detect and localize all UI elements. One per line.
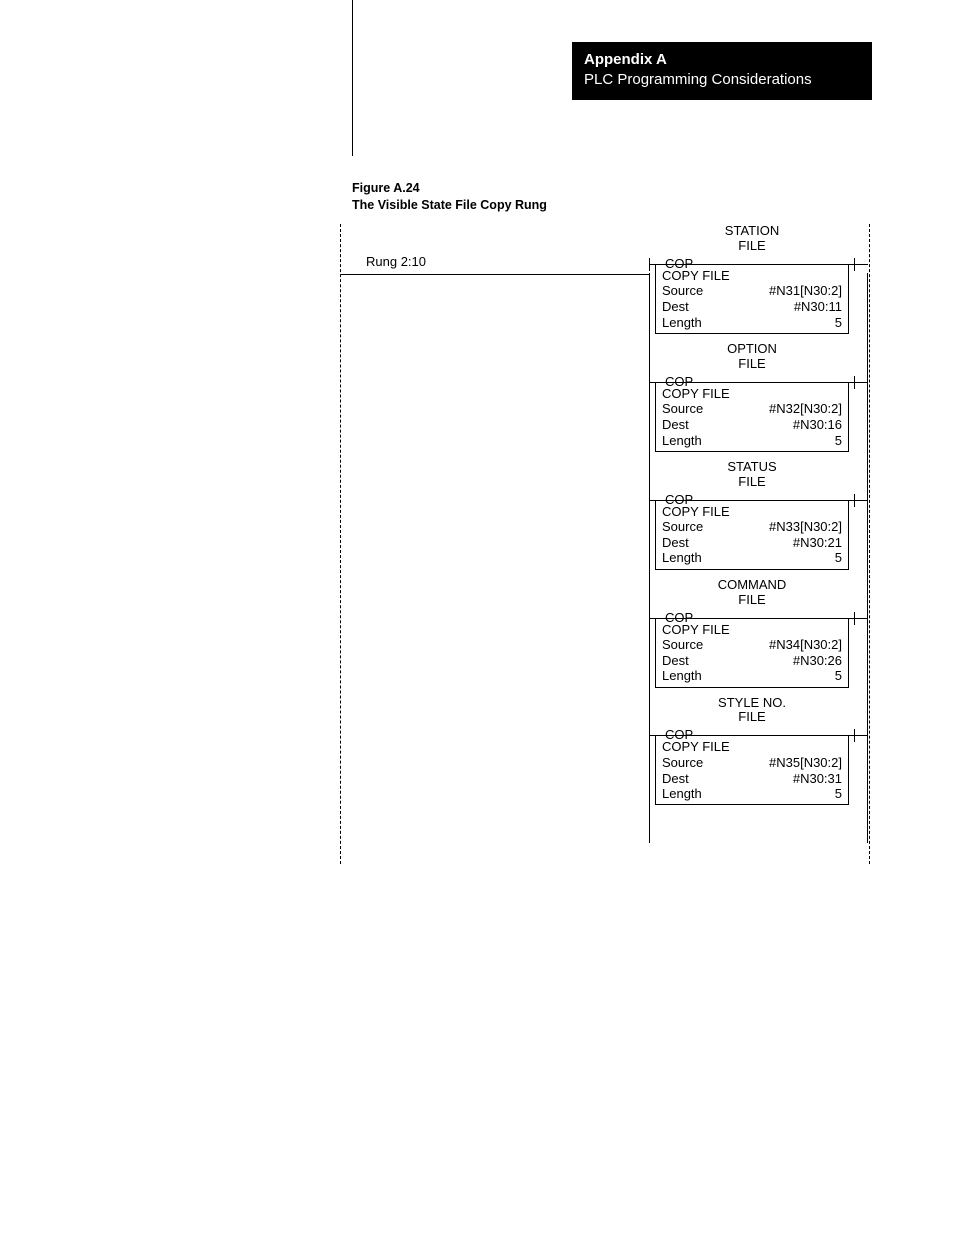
instruction-box: COPY FILE Source#N35[N30:2] Dest#N30:31 …	[655, 735, 849, 805]
length-label: Length	[662, 786, 702, 802]
block-header: STATUS FILE	[649, 460, 855, 490]
figure-caption: Figure A.24 The Visible State File Copy …	[352, 180, 547, 214]
source-value: #N31[N30:2]	[769, 283, 842, 299]
source-label: Source	[662, 637, 703, 653]
length-value: 5	[835, 433, 842, 449]
block-header-line2: FILE	[738, 709, 765, 724]
copy-file-title: COPY FILE	[662, 386, 842, 402]
figure-title-text: The Visible State File Copy Rung	[352, 197, 547, 214]
instruction-box-wrap: COP COPY FILE Source#N31[N30:2] Dest#N30…	[649, 256, 855, 334]
dest-label: Dest	[662, 771, 689, 787]
length-label: Length	[662, 550, 702, 566]
length-label: Length	[662, 315, 702, 331]
block-header-line2: FILE	[738, 356, 765, 371]
source-label: Source	[662, 755, 703, 771]
length-value: 5	[835, 550, 842, 566]
block-header-line1: STYLE NO.	[718, 695, 786, 710]
block-header: STYLE NO. FILE	[649, 696, 855, 726]
block-header-line2: FILE	[738, 592, 765, 607]
dest-value: #N30:11	[794, 299, 842, 315]
instruction-box-wrap: COP COPY FILE Source#N33[N30:2] Dest#N30…	[649, 492, 855, 570]
copy-file-title: COPY FILE	[662, 504, 842, 520]
length-label: Length	[662, 433, 702, 449]
cop-block: COMMAND FILE COP COPY FILE Source#N34[N3…	[649, 578, 855, 688]
copy-file-title: COPY FILE	[662, 268, 842, 284]
block-header: OPTION FILE	[649, 342, 855, 372]
block-header: STATION FILE	[649, 224, 855, 254]
block-header-line2: FILE	[738, 474, 765, 489]
output-connector	[855, 618, 868, 619]
instruction-column: STATION FILE COP COPY FILE Source#N31[N3…	[649, 224, 855, 813]
block-header-line1: OPTION	[727, 341, 777, 356]
ladder-rail-left	[340, 224, 341, 864]
dest-label: Dest	[662, 417, 689, 433]
block-header-line1: STATION	[725, 223, 779, 238]
cop-block: STATUS FILE COP COPY FILE Source#N33[N30…	[649, 460, 855, 570]
block-header: COMMAND FILE	[649, 578, 855, 608]
instruction-box: COPY FILE Source#N33[N30:2] Dest#N30:21 …	[655, 500, 849, 570]
copy-file-title: COPY FILE	[662, 622, 842, 638]
dest-label: Dest	[662, 535, 689, 551]
cop-block: OPTION FILE COP COPY FILE Source#N32[N30…	[649, 342, 855, 452]
source-value: #N32[N30:2]	[769, 401, 842, 417]
length-value: 5	[835, 786, 842, 802]
source-value: #N33[N30:2]	[769, 519, 842, 535]
cop-block: STATION FILE COP COPY FILE Source#N31[N3…	[649, 224, 855, 334]
output-connector	[855, 382, 868, 383]
dest-label: Dest	[662, 299, 689, 315]
instruction-box-wrap: COP COPY FILE Source#N32[N30:2] Dest#N30…	[649, 374, 855, 452]
dest-value: #N30:21	[793, 535, 842, 551]
dest-value: #N30:16	[793, 417, 842, 433]
instruction-box-wrap: COP COPY FILE Source#N34[N30:2] Dest#N30…	[649, 610, 855, 688]
source-label: Source	[662, 519, 703, 535]
output-connector	[855, 500, 868, 501]
source-label: Source	[662, 283, 703, 299]
rung-label: Rung 2:10	[366, 254, 426, 269]
source-value: #N35[N30:2]	[769, 755, 842, 771]
branch-line-right	[867, 273, 868, 843]
cop-block: STYLE NO. FILE COP COPY FILE Source#N35[…	[649, 696, 855, 806]
header-vertical-rule	[352, 0, 353, 156]
block-header-line1: STATUS	[727, 459, 776, 474]
length-value: 5	[835, 315, 842, 331]
appendix-label: Appendix A	[584, 50, 860, 70]
copy-file-title: COPY FILE	[662, 739, 842, 755]
ladder-rail-right	[869, 224, 870, 864]
length-value: 5	[835, 668, 842, 684]
output-connector	[855, 264, 868, 265]
figure-number: Figure A.24	[352, 180, 547, 197]
instruction-box: COPY FILE Source#N32[N30:2] Dest#N30:16 …	[655, 382, 849, 452]
dest-value: #N30:26	[793, 653, 842, 669]
page-header-box: Appendix A PLC Programming Consideration…	[572, 42, 872, 100]
appendix-title: PLC Programming Considerations	[584, 70, 860, 90]
output-connector	[855, 735, 868, 736]
block-header-line1: COMMAND	[718, 577, 787, 592]
dest-value: #N30:31	[793, 771, 842, 787]
source-label: Source	[662, 401, 703, 417]
source-value: #N34[N30:2]	[769, 637, 842, 653]
block-header-line2: FILE	[738, 238, 765, 253]
instruction-box-wrap: COP COPY FILE Source#N35[N30:2] Dest#N30…	[649, 727, 855, 805]
ladder-rung-tick	[341, 274, 352, 275]
rung-line	[352, 274, 649, 275]
instruction-box: COPY FILE Source#N34[N30:2] Dest#N30:26 …	[655, 618, 849, 688]
dest-label: Dest	[662, 653, 689, 669]
length-label: Length	[662, 668, 702, 684]
instruction-box: COPY FILE Source#N31[N30:2] Dest#N30:11 …	[655, 264, 849, 334]
